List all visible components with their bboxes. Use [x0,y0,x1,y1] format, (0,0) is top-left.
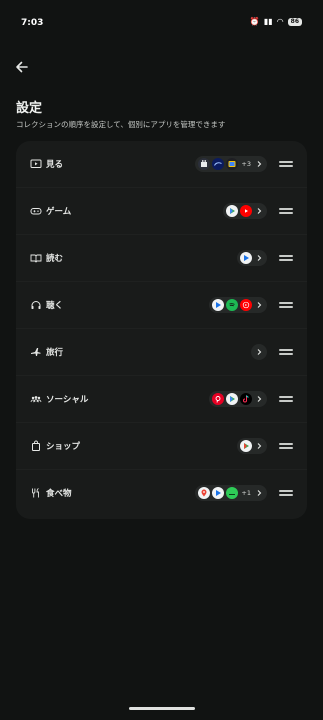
google-play-books-app-icon [240,252,252,264]
arrow-left-icon [16,61,28,73]
chevron-right-icon [254,440,264,452]
gamepad-icon [30,205,42,217]
youtube-music-app-icon [240,299,252,311]
google-play-app-icon [226,393,238,405]
pinterest-app-icon [212,393,224,405]
wifi-icon: ◠ [276,17,284,26]
page-title: 設定 [16,101,43,116]
shopping-bag-icon [30,440,42,452]
collection-row-shop[interactable]: ショップ [16,423,307,469]
collection-label: 旅行 [46,348,64,358]
google-play-app-icon [212,487,225,499]
apps-chip-shop[interactable] [237,438,267,454]
drag-handle[interactable] [279,441,293,451]
google-maps-app-icon [198,487,211,499]
chevron-right-icon [254,346,264,358]
apps-chip-games[interactable] [223,203,267,219]
chevron-right-icon [254,393,264,405]
book-open-icon [30,252,42,264]
google-play-app-icon [240,440,252,452]
fork-knife-icon [30,487,42,499]
apps-chip-travel[interactable] [251,344,267,360]
google-tv-app-icon [226,158,239,170]
status-bar: 7:03 ⏰ ▮▮ ◠ 86 [0,0,323,46]
google-play-app-icon [212,299,224,311]
collection-label: 食べ物 [46,489,72,499]
disney-plus-app-icon [212,158,225,170]
headphones-icon [30,299,42,311]
back-button[interactable] [12,57,32,77]
drag-handle[interactable] [279,159,293,169]
alarm-icon: ⏰ [249,17,260,26]
collection-row-listen[interactable]: 聴く [16,282,307,328]
apps-chip-read[interactable] [237,250,267,266]
apps-chip-social[interactable] [209,391,267,407]
apps-chip-listen[interactable] [209,297,267,313]
google-play-app-icon [226,205,238,217]
collection-row-watch[interactable]: 見る +3 [16,141,307,187]
home-indicator[interactable] [129,707,195,710]
signal-icon: ▮▮ [263,17,273,26]
collection-label: ソーシャル [46,395,89,405]
collection-label: 見る [46,160,64,170]
more-apps-count: +1 [241,489,251,497]
collection-row-read[interactable]: 読む [16,235,307,281]
youtube-app-icon [240,205,252,217]
chevron-right-icon [254,252,264,264]
chevron-right-icon [254,205,264,217]
spotify-app-icon [226,299,238,311]
collection-label: 読む [46,254,64,264]
chevron-right-icon [254,487,264,499]
drag-handle[interactable] [279,347,293,357]
food-delivery-app-icon [226,487,239,499]
tiktok-app-icon [240,393,252,405]
drag-handle[interactable] [279,488,293,498]
theater-app-icon [198,158,211,170]
collection-row-games[interactable]: ゲーム [16,188,307,234]
status-icons: ⏰ ▮▮ ◠ 86 [250,17,302,27]
more-apps-count: +3 [241,160,251,168]
drag-handle[interactable] [279,394,293,404]
chevron-right-icon [254,158,264,170]
status-time: 7:03 [21,18,44,28]
collection-row-travel[interactable]: 旅行 [16,329,307,375]
airplane-icon [30,346,42,358]
chevron-right-icon [254,299,264,311]
collection-label: ショップ [46,442,81,452]
collection-label: 聴く [46,301,64,311]
collection-row-food[interactable]: 食べ物 +1 [16,470,307,516]
collections-card: 見る +3 ゲーム 読む 聴く 旅行 ソーシャル ショップ 食べ物 +1 [16,141,307,519]
collection-row-social[interactable]: ソーシャル [16,376,307,422]
drag-handle[interactable] [279,206,293,216]
tv-play-icon [30,158,42,170]
page-subtitle: コレクションの順序を設定して、個別にアプリを管理できます [16,120,226,129]
apps-chip-food[interactable]: +1 [195,485,267,501]
battery-indicator: 86 [287,18,302,26]
people-icon [30,393,42,405]
drag-handle[interactable] [279,300,293,310]
collection-label: ゲーム [46,207,72,217]
apps-chip-watch[interactable]: +3 [195,156,267,172]
drag-handle[interactable] [279,253,293,263]
